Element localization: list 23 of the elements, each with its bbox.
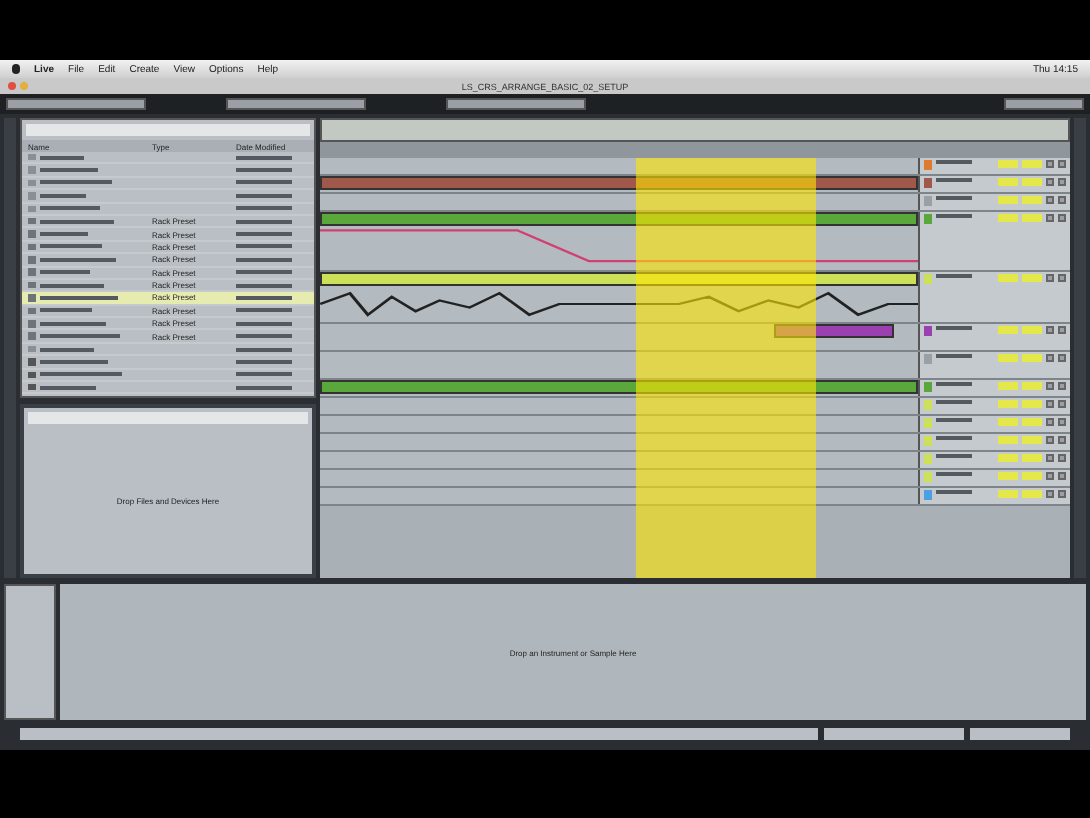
apple-icon[interactable] [12, 64, 20, 74]
browser-row[interactable] [22, 152, 314, 165]
audio-clip[interactable] [320, 272, 918, 286]
browser-row[interactable] [22, 164, 314, 178]
browser-row[interactable] [22, 177, 314, 191]
transport-control[interactable] [226, 98, 366, 110]
tempo-control[interactable] [6, 98, 146, 110]
clip[interactable] [320, 212, 918, 226]
track-name-field [824, 728, 964, 740]
track-settings-panel [4, 584, 56, 720]
browser-row[interactable] [22, 203, 314, 216]
browser-row[interactable] [22, 343, 314, 357]
folder-icon [28, 345, 36, 353]
clip[interactable] [774, 324, 895, 338]
browser-path-field[interactable] [26, 124, 310, 136]
loop-control[interactable] [446, 98, 586, 110]
close-icon[interactable] [8, 82, 16, 90]
browser-row[interactable] [22, 356, 314, 370]
browser-row[interactable] [22, 190, 314, 204]
cpu-meter [1004, 98, 1084, 110]
browser-row[interactable] [22, 369, 314, 383]
arrangement-overview[interactable] [320, 118, 1070, 142]
browser-row[interactable] [22, 382, 314, 395]
